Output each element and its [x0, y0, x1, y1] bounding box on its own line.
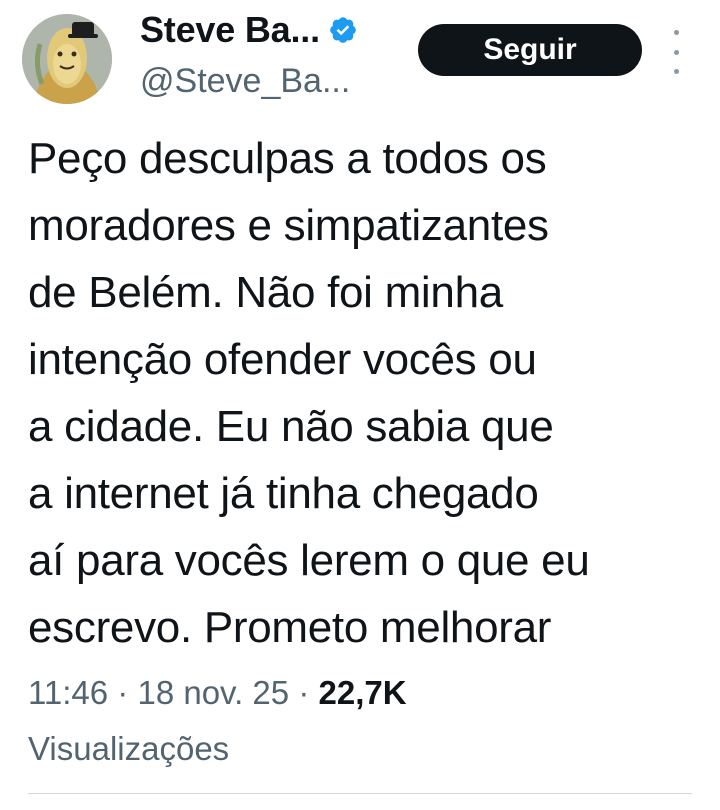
tweet-line: aí para vocês lerem o que eu [28, 536, 590, 585]
avatar-image [22, 14, 112, 104]
tweet-text: Peço desculpas a todos os moradores e si… [28, 125, 698, 661]
views-label[interactable]: Visualizações [28, 730, 229, 767]
follow-button[interactable]: Seguir [418, 24, 642, 76]
tweet-line: intenção ofender vocês ou [28, 335, 537, 384]
author-name-row[interactable]: Steve Ba... [140, 8, 358, 52]
views-count[interactable]: 22,7K [318, 674, 406, 711]
verified-badge-icon [328, 15, 358, 45]
avatar[interactable] [22, 14, 112, 104]
meta-separator: · [108, 674, 138, 711]
more-dot [673, 49, 679, 55]
more-vertical-icon[interactable] [664, 30, 688, 74]
tweet-header: Steve Ba... @Steve_Ba... Seguir [0, 0, 720, 110]
tweet-line: moradores e simpatizantes [28, 201, 549, 250]
meta-separator: · [289, 674, 319, 711]
divider [28, 793, 692, 794]
more-dot [673, 30, 679, 35]
tweet-meta: 11:46 · 18 nov. 25 · 22,7K Visualizações [28, 665, 668, 777]
tweet-line: a cidade. Eu não sabia que [28, 402, 554, 451]
more-dot [673, 69, 679, 74]
tweet-line: a internet já tinha chegado [28, 469, 539, 518]
tweet-time[interactable]: 11:46 [28, 674, 108, 711]
author-handle[interactable]: @Steve_Ba... [140, 62, 350, 101]
tweet-line: escrevo. Prometo melhorar [28, 603, 552, 652]
tweet-date[interactable]: 18 nov. 25 [137, 674, 289, 711]
tweet-line: de Belém. Não foi minha [28, 268, 503, 317]
tweet-line: Peço desculpas a todos os [28, 134, 547, 183]
author-display-name[interactable]: Steve Ba... [140, 9, 320, 51]
